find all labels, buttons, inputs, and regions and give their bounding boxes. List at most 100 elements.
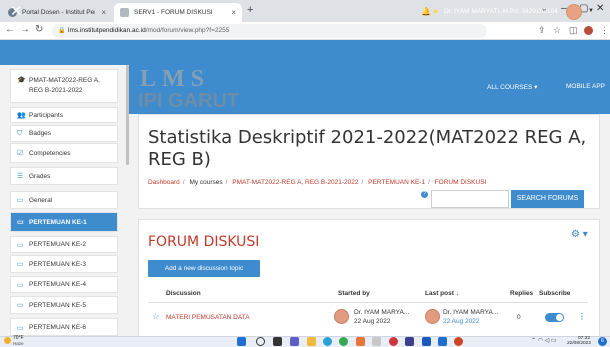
close-tab-icon[interactable]: × [231,8,236,17]
bookmark-star-icon[interactable]: ☆ [553,25,561,36]
reload-icon[interactable]: ↻ [35,24,43,35]
ipi-garut-logo: IPI GARUT [138,90,240,112]
last-post-date[interactable]: 22 Aug 2022 [443,318,480,325]
opera-icon[interactable] [389,337,398,346]
sidebar-item-badges[interactable]: ⛉ Badges [10,125,118,142]
sidebar-item-course[interactable]: 🎓 PMAT-MAT2022-REG A, REG B-2021-2022 [10,69,118,103]
folder-icon: ▭ [17,219,24,226]
menu-dots-icon[interactable]: ⋮ [600,25,609,36]
sidebar-item-general[interactable]: ▭ General [10,191,118,209]
share-icon[interactable]: ⇪ [538,25,546,36]
system-tray[interactable]: ⌃ ◠ ◁ ▭ [531,337,557,344]
subscribe-toggle[interactable] [545,313,564,322]
app-icon[interactable] [438,337,447,346]
toggle-knob [556,314,563,321]
folder-icon: ▭ [17,281,24,289]
column-last-post[interactable]: Last post ↓ [425,290,459,297]
sidebar-item-pertemuan-4[interactable]: ▭ PERTEMUAN KE-4 [10,276,118,293]
column-replies[interactable]: Replies [510,290,533,297]
task-view-icon[interactable] [273,337,282,346]
column-subscribe[interactable]: Subscribe [539,290,570,297]
chrome-icon[interactable] [339,337,348,346]
shield-icon: ⛉ [17,129,23,137]
help-icon[interactable]: ? [421,191,428,198]
sidebar-item-grades[interactable]: ☰ Grades [10,167,118,185]
star-icon[interactable]: ☆ [152,312,159,321]
breadcrumb-section[interactable]: PERTEMUAN KE-1 [368,179,425,186]
chrome-profile-icon[interactable] [454,337,463,346]
lock-icon: 🔒 [58,28,66,34]
moodle-favicon-icon [120,8,129,17]
new-tab-icon[interactable]: + [247,4,253,16]
weather-condition: Haze [13,341,24,346]
windows-start-icon[interactable] [237,337,246,346]
browser-tab-forum[interactable]: SERV1 - FORUM DISKUSI × [114,3,242,22]
started-by-name[interactable]: Dr. IYAM MARYA... [354,309,409,316]
windows-taskbar [0,336,610,347]
close-window-icon[interactable]: ✕ [596,3,604,14]
breadcrumb: Dashboard / My courses / PMAT-MAT2022-REG … [148,179,487,186]
users-icon: 👥 [17,112,26,119]
column-started-by[interactable]: Started by [338,290,370,297]
clock-date[interactable]: 22/08/2022 [567,341,591,346]
caret-down-icon[interactable]: ▼ [588,8,594,14]
close-drawer-icon[interactable]: ✕ [10,2,23,20]
search-forums-button[interactable]: SEARCH FORUMS [511,190,584,208]
address-bar-row: ← → ↻ 🔒 lms.institutpendidikan.ac.id/mod… [0,22,610,40]
sidebar-item-pertemuan-3[interactable]: ▭ PERTEMUAN KE-3 [10,255,118,273]
app-icon[interactable] [372,337,381,346]
folder-icon: ▭ [17,197,24,204]
table-divider [148,302,588,303]
user-avatar[interactable] [566,4,582,20]
moodle-navbar [0,40,610,65]
sidebar-item-pertemuan-5[interactable]: ▭ PERTEMUAN KE-5 [10,296,118,314]
sidebar-item-pertemuan-6[interactable]: ▭ PERTEMUAN KE-6 [10,318,118,336]
more-actions-icon[interactable]: ⋮ [578,312,586,321]
forward-icon[interactable]: → [20,24,30,35]
side-panel-icon[interactable]: ◫ [569,25,578,36]
forum-title: FORUM DISKUSI [148,234,260,250]
gear-icon[interactable]: ⚙ ▾ [571,229,588,240]
app-icon[interactable] [356,337,365,346]
sidebar-item-competencies[interactable]: ☑ Competencies [10,143,118,163]
replies-count[interactable]: 0 [517,314,521,321]
search-icon[interactable] [256,337,265,346]
close-tab-icon[interactable]: × [101,8,106,17]
sidebar-item-participants[interactable]: 👥 Participants [10,107,118,123]
checkbox-icon: ☑ [17,150,24,157]
breadcrumb-forum[interactable]: FORUM DISKUSI [435,179,487,186]
avatar[interactable] [334,309,349,324]
file-explorer-icon[interactable] [307,337,316,346]
table-icon: ☰ [17,173,24,180]
folder-icon: ▭ [17,261,24,268]
edge-icon[interactable] [323,337,332,346]
notification-bell-icon[interactable]: 🔔 [421,7,431,16]
graduation-cap-icon: 🎓 [17,77,26,84]
page-title: Statistika Deskriptif 2021-2022(MAT2022 … [148,127,587,170]
back-icon[interactable]: ← [5,24,15,35]
add-discussion-button[interactable]: Add a new discussion topic [148,260,260,277]
mobile-app-link[interactable]: MOBILE APP [566,83,605,90]
sidebar-item-pertemuan-1[interactable]: ▭ PERTEMUAN KE-1 [10,212,118,232]
profile-avatar-icon[interactable] [584,26,593,35]
breadcrumb-course[interactable]: PMAT-MAT2022-REG A, REG B-2021-2022 [232,179,358,186]
discussion-link[interactable]: MATERI PEMUSATAN DATA [166,314,250,321]
word-icon[interactable] [422,337,431,346]
column-discussion[interactable]: Discussion [166,290,201,297]
breadcrumb-dashboard[interactable]: Dashboard [148,179,180,186]
all-courses-menu[interactable]: ALL COURSES ▾ [487,83,537,91]
chat-icon[interactable] [290,337,299,346]
messages-icon[interactable]: ● [433,6,438,16]
user-name[interactable]: Dr. IYAM MARYATI, M.Pd. 0429108104 [444,8,558,15]
search-forums-input[interactable] [431,190,509,208]
weather-sun-icon[interactable] [4,337,11,344]
sidebar-item-pertemuan-2[interactable]: ▭ PERTEMUAN KE-2 [10,236,118,253]
breadcrumb-my-courses[interactable]: My courses [189,179,222,186]
url-field[interactable]: 🔒 lms.institutpendidikan.ac.id/mod/forum… [52,24,487,38]
avatar[interactable] [425,309,440,324]
app-icon[interactable] [405,337,414,346]
folder-icon: ▭ [17,302,24,309]
notification-badge[interactable]: 6 [598,337,607,346]
folder-icon: ▭ [17,241,24,249]
last-post-name[interactable]: Dr. IYAM MARYA... [443,309,498,316]
